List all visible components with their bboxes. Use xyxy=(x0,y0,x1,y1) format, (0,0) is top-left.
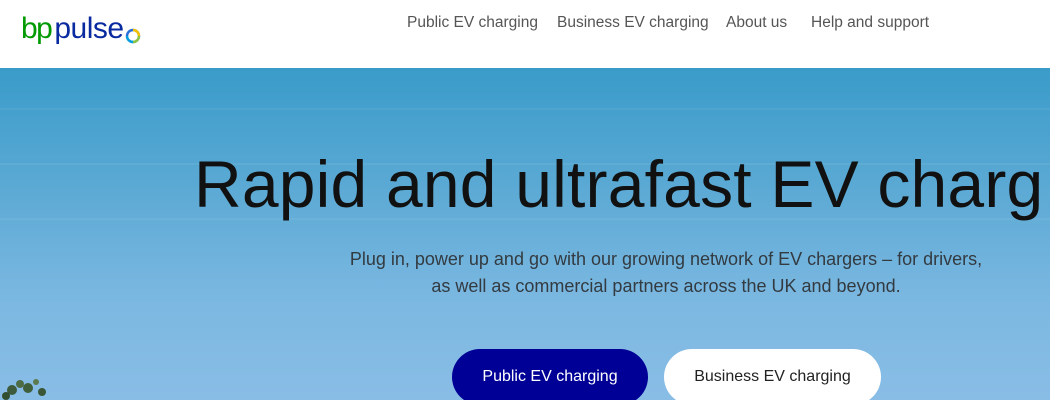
tree-foliage-image xyxy=(2,379,46,400)
sky-streak xyxy=(0,108,1050,110)
hero-banner: Rapid and ultrafast EV charg Plug in, po… xyxy=(0,68,1050,400)
hero-title: Rapid and ultrafast EV charg xyxy=(194,147,1044,221)
bp-pulse-logo[interactable]: bp pulse xyxy=(21,8,141,44)
nav-help-and-support[interactable]: Help and support xyxy=(811,14,929,32)
helios-ring-icon xyxy=(125,28,140,44)
site-header: bp pulse Public EV charging Business EV … xyxy=(0,0,1050,68)
logo-bp-text: bp xyxy=(21,12,53,45)
nav-about-us[interactable]: About us xyxy=(726,14,787,32)
business-ev-charging-button[interactable]: Business EV charging xyxy=(664,349,881,400)
hero-subtitle: Plug in, power up and go with our growin… xyxy=(349,249,983,296)
logo-pulse-text: pulse xyxy=(54,12,124,45)
public-ev-charging-button[interactable]: Public EV charging xyxy=(452,349,648,400)
nav-business-ev-charging[interactable]: Business EV charging xyxy=(557,14,709,32)
nav-public-ev-charging[interactable]: Public EV charging xyxy=(407,14,538,32)
